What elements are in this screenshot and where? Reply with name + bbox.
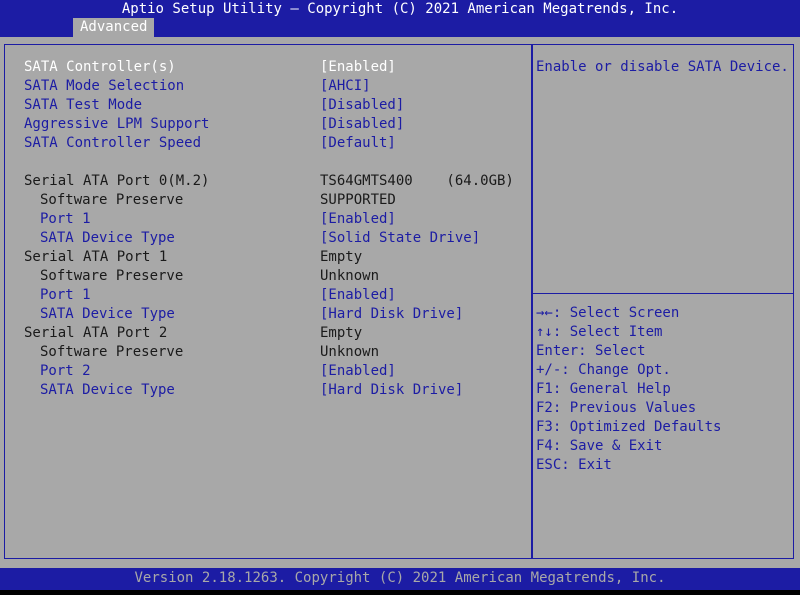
port1-device-type-value[interactable]: [Hard Disk Drive] — [320, 305, 463, 324]
main-content: SATA Controller(s) [Enabled] SATA Mode S… — [0, 37, 800, 568]
key-change-opt: +/-: Change Opt. — [536, 362, 671, 378]
port0-header-label: Serial ATA Port 0(M.2) — [24, 173, 210, 189]
setting-sata-mode-value[interactable]: [AHCI] — [320, 77, 371, 96]
key-save-exit: F4: Save & Exit — [536, 438, 663, 454]
port0-device-type-value[interactable]: [Solid State Drive] — [320, 229, 480, 248]
footer-version-text: Version 2.18.1263. Copyright (C) 2021 Am… — [134, 570, 666, 586]
key-enter-select: Enter: Select — [536, 343, 646, 359]
port0-software-preserve-label: Software Preserve — [40, 192, 184, 208]
port2-enable-value[interactable]: [Enabled] — [320, 362, 396, 381]
port1-device-value: Empty — [320, 249, 363, 265]
setting-aggressive-lpm-value[interactable]: [Disabled] — [320, 115, 404, 134]
key-select-screen: →←: Select Screen — [536, 305, 680, 321]
port1-software-preserve-label: Software Preserve — [40, 268, 184, 284]
key-optimized-defaults: F3: Optimized Defaults — [536, 419, 722, 435]
setting-sata-controllers-label[interactable]: SATA Controller(s) — [24, 58, 176, 77]
key-previous-values: F2: Previous Values — [536, 400, 697, 416]
app-title: Aptio Setup Utility – Copyright (C) 2021… — [121, 1, 679, 17]
bottom-edge — [0, 590, 800, 595]
setting-aggressive-lpm-label[interactable]: Aggressive LPM Support — [24, 115, 209, 134]
setting-sata-speed-value[interactable]: [Default] — [320, 134, 396, 153]
tab-advanced[interactable]: Advanced — [73, 18, 155, 37]
port0-device-type-label[interactable]: SATA Device Type — [40, 229, 175, 248]
key-legend: →←: Select Screen ↑↓: Select Item Enter:… — [536, 304, 721, 475]
port2-device-value: Empty — [320, 325, 363, 341]
port1-header-label: Serial ATA Port 1 — [24, 249, 168, 265]
port2-software-preserve-value: Unknown — [320, 344, 380, 360]
help-text: Enable or disable SATA Device. — [536, 59, 789, 75]
port1-device-type-label[interactable]: SATA Device Type — [40, 305, 175, 324]
key-esc-exit: ESC: Exit — [536, 457, 612, 473]
port0-device-value: TS64GMTS400 (64.0GB) — [320, 173, 514, 189]
port2-header-label: Serial ATA Port 2 — [24, 325, 168, 341]
port0-enable-value[interactable]: [Enabled] — [320, 210, 396, 229]
port2-device-type-value[interactable]: [Hard Disk Drive] — [320, 381, 463, 400]
setting-sata-test-mode-label[interactable]: SATA Test Mode — [24, 96, 142, 115]
port1-enable-label[interactable]: Port 1 — [40, 286, 91, 305]
port2-device-type-label[interactable]: SATA Device Type — [40, 381, 175, 400]
setting-sata-mode-label[interactable]: SATA Mode Selection — [24, 77, 184, 96]
port1-software-preserve-value: Unknown — [320, 268, 380, 284]
setting-sata-speed-label[interactable]: SATA Controller Speed — [24, 134, 201, 153]
port1-enable-value[interactable]: [Enabled] — [320, 286, 396, 305]
setting-sata-controllers-value[interactable]: [Enabled] — [320, 58, 396, 77]
port0-software-preserve-value: SUPPORTED — [320, 192, 396, 208]
port0-enable-label[interactable]: Port 1 — [40, 210, 91, 229]
panel-divider — [531, 44, 533, 559]
setting-sata-test-mode-value[interactable]: [Disabled] — [320, 96, 404, 115]
port2-enable-label[interactable]: Port 2 — [40, 362, 91, 381]
port2-software-preserve-label: Software Preserve — [40, 344, 184, 360]
key-select-item: ↑↓: Select Item — [536, 324, 663, 340]
help-separator — [533, 293, 794, 294]
key-general-help: F1: General Help — [536, 381, 671, 397]
